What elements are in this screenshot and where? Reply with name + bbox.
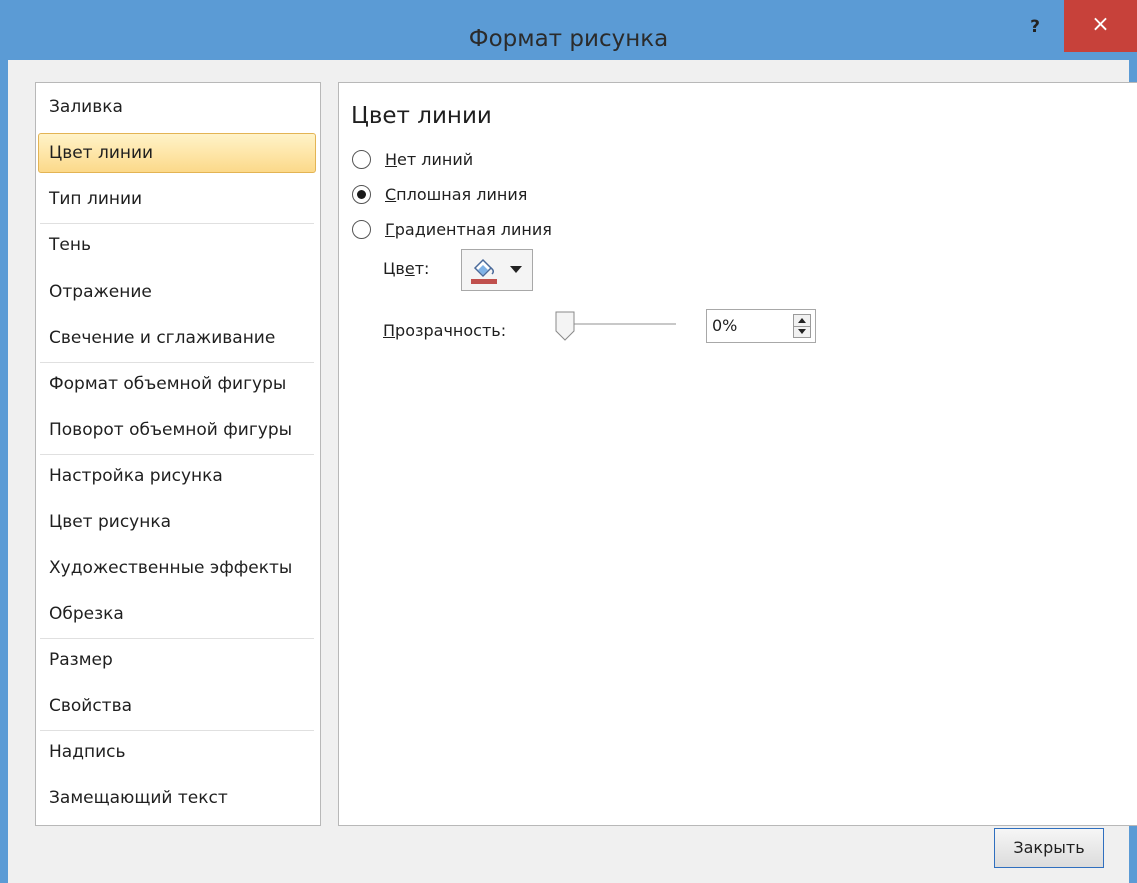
category-sidebar: Заливка Цвет линии Тип линии Тень Отраже… <box>35 82 321 826</box>
option-solid-line[interactable]: Сплошная линия <box>352 180 527 208</box>
sidebar-item-line-type[interactable]: Тип линии <box>38 179 316 219</box>
spin-down-icon[interactable] <box>798 329 806 334</box>
sidebar-item-glow[interactable]: Свечение и сглаживание <box>38 318 316 358</box>
color-label: Цвет: <box>383 259 430 278</box>
spin-divider <box>794 326 810 327</box>
sidebar-item-3d-rotation[interactable]: Поворот объемной фигуры <box>38 410 316 450</box>
sidebar-separator <box>40 638 314 639</box>
radio-gradient-line[interactable] <box>352 219 371 239</box>
option-no-line-label: Нет линий <box>385 149 474 169</box>
sidebar-separator <box>40 223 314 224</box>
radio-solid-line[interactable] <box>352 184 371 204</box>
option-solid-line-label: Сплошная линия <box>385 184 528 204</box>
transparency-label: Прозрачность: <box>383 321 507 340</box>
sidebar-item-alt-text[interactable]: Замещающий текст <box>38 778 316 818</box>
transparency-slider-thumb[interactable] <box>555 311 575 341</box>
dialog-body: Заливка Цвет линии Тип линии Тень Отраже… <box>8 60 1137 883</box>
option-no-line[interactable]: Нет линий <box>352 145 473 173</box>
sidebar-separator <box>40 362 314 363</box>
radio-no-line[interactable] <box>352 149 371 169</box>
dialog-title: Формат рисунка <box>468 26 669 52</box>
sidebar-item-properties[interactable]: Свойства <box>38 686 316 726</box>
settings-panel: Цвет линии Нет линий Сплошная линия Град… <box>338 82 1137 826</box>
sidebar-item-line-color[interactable]: Цвет линии <box>38 133 316 173</box>
close-button[interactable]: Закрыть <box>994 828 1104 868</box>
help-button[interactable]: ? <box>1020 16 1050 44</box>
sidebar-separator <box>40 454 314 455</box>
line-color-dropdown[interactable] <box>461 249 533 291</box>
spin-up-icon[interactable] <box>798 318 806 323</box>
color-swatch <box>471 279 497 284</box>
paint-bucket-icon <box>471 258 497 284</box>
dialog-window: Формат рисунка ? × Заливка Цвет линии Ти… <box>0 0 1137 883</box>
spin-buttons[interactable] <box>793 314 811 338</box>
sidebar-item-size[interactable]: Размер <box>38 640 316 680</box>
option-gradient-line-label: Градиентная линия <box>385 219 552 239</box>
panel-title: Цвет линии <box>351 103 492 129</box>
transparency-value[interactable]: 0% <box>712 316 737 335</box>
sidebar-item-artistic-effects[interactable]: Художественные эффекты <box>38 548 316 588</box>
sidebar-item-text-box[interactable]: Надпись <box>38 732 316 772</box>
sidebar-item-reflection[interactable]: Отражение <box>38 272 316 312</box>
sidebar-item-picture-corrections[interactable]: Настройка рисунка <box>38 456 316 496</box>
close-icon: × <box>1091 12 1110 37</box>
sidebar-item-crop[interactable]: Обрезка <box>38 594 316 634</box>
sidebar-item-fill[interactable]: Заливка <box>38 87 316 127</box>
sidebar-item-shadow[interactable]: Тень <box>38 225 316 265</box>
transparency-spinbox[interactable]: 0% <box>706 309 816 343</box>
close-window-button[interactable]: × <box>1064 0 1137 52</box>
sidebar-item-picture-color[interactable]: Цвет рисунка <box>38 502 316 542</box>
sidebar-separator <box>40 730 314 731</box>
sidebar-item-3d-format[interactable]: Формат объемной фигуры <box>38 364 316 404</box>
transparency-slider-track[interactable] <box>566 323 676 325</box>
chevron-down-icon <box>510 266 522 273</box>
option-gradient-line[interactable]: Градиентная линия <box>352 215 552 243</box>
